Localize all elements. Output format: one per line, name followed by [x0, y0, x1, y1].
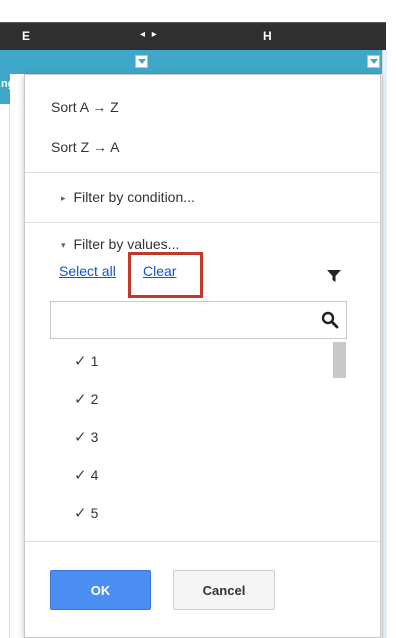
checkmark-icon: ✓ — [74, 467, 87, 484]
sort-a-z-item[interactable]: Sort A → Z — [51, 99, 119, 115]
filter-by-values-label: Filter by values... — [73, 236, 180, 252]
left-column-cells — [0, 74, 10, 638]
checkmark-icon: ✓ — [74, 391, 87, 408]
column-nav-arrows[interactable]: ◂ ▸ — [140, 29, 159, 40]
ok-button[interactable]: OK — [50, 570, 151, 610]
menu-divider — [25, 172, 380, 173]
value-label: 5 — [90, 505, 99, 521]
value-item-2[interactable]: ✓ 2 — [74, 390, 98, 408]
values-list-scrollbar[interactable] — [333, 342, 346, 378]
filter-by-condition-toggle[interactable]: ▸ Filter by condition... — [61, 189, 195, 205]
values-list: ✓ 1 ✓ 2 ✓ 3 ✓ 4 ✓ 5 — [50, 346, 347, 536]
select-all-link[interactable]: Select all — [59, 263, 116, 279]
column-filter-dropdown-button[interactable] — [367, 55, 380, 68]
checkmark-icon: ✓ — [74, 353, 87, 370]
column-header-e[interactable]: E — [22, 29, 30, 43]
column-header-h[interactable]: H — [263, 29, 272, 43]
value-label: 3 — [90, 429, 99, 445]
values-search-input[interactable] — [50, 301, 347, 339]
caret-down-icon: ▾ — [61, 239, 66, 250]
sort-z-a-item[interactable]: Sort Z → A — [51, 139, 119, 155]
highlight-box — [128, 252, 203, 298]
dropdown-icon — [369, 59, 378, 64]
caret-right-icon: ▸ — [61, 192, 66, 203]
value-item-1[interactable]: ✓ 1 — [74, 352, 98, 370]
filter-by-condition-label: Filter by condition... — [73, 189, 195, 205]
value-label: 2 — [90, 391, 99, 407]
value-item-5[interactable]: ✓ 5 — [74, 504, 98, 522]
funnel-icon[interactable] — [327, 269, 341, 283]
menu-divider — [25, 222, 380, 223]
value-label: 4 — [90, 467, 99, 483]
filter-header-row — [0, 50, 386, 74]
value-item-4[interactable]: ✓ 4 — [74, 466, 98, 484]
left-cell-fragment: ng — [0, 74, 10, 104]
window-top-strip — [0, 0, 396, 22]
menu-divider — [25, 541, 380, 542]
filter-by-values-toggle[interactable]: ▾ Filter by values... — [61, 236, 179, 252]
dropdown-icon — [137, 59, 146, 64]
search-icon — [321, 311, 339, 329]
column-filter-dropdown-button[interactable] — [135, 55, 148, 68]
checkmark-icon: ✓ — [74, 429, 87, 446]
value-item-3[interactable]: ✓ 3 — [74, 428, 98, 446]
column-header-bar: E ◂ ▸ H — [0, 22, 386, 50]
cancel-button[interactable]: Cancel — [173, 570, 275, 610]
checkmark-icon: ✓ — [74, 505, 87, 522]
value-label: 1 — [90, 353, 99, 369]
right-column-cells — [382, 50, 396, 638]
